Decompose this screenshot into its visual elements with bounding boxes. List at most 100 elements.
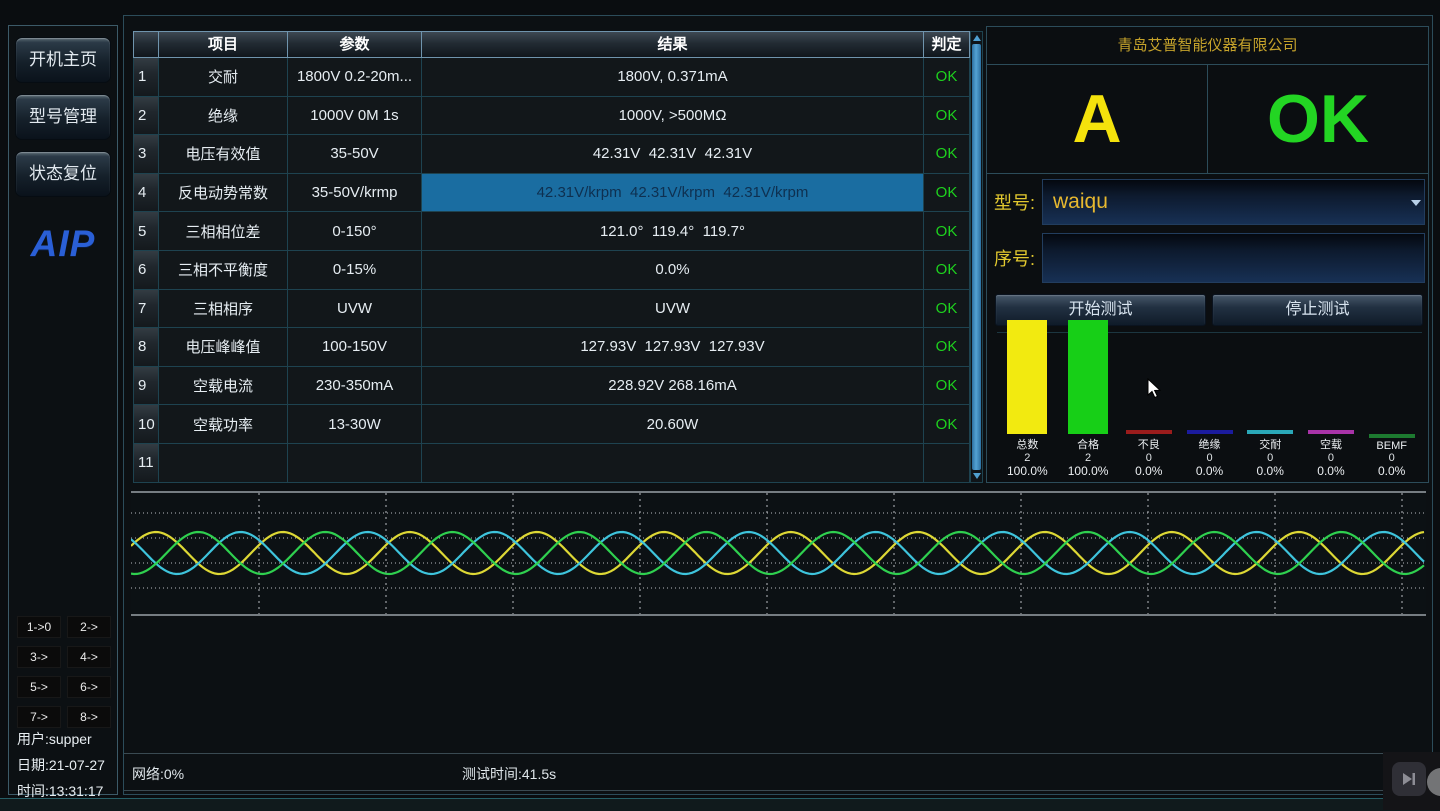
cell-judge[interactable]: OK bbox=[924, 212, 970, 251]
scrollbar-thumb[interactable] bbox=[972, 44, 981, 470]
sidebar-item-status-reset[interactable]: 状态复位 bbox=[15, 151, 111, 197]
cell-result[interactable]: 20.60W bbox=[422, 405, 924, 444]
table-row[interactable]: 2绝缘1000V 0M 1s1000V, >500MΩOK bbox=[133, 97, 983, 136]
cell-num[interactable]: 1 bbox=[133, 58, 159, 97]
cell-item[interactable]: 电压有效值 bbox=[159, 135, 288, 174]
left-sidebar: 开机主页 型号管理 状态复位 AIP 1->02->3->4->5->6->7-… bbox=[8, 25, 118, 795]
grade-display: A bbox=[1072, 80, 1121, 158]
table-row[interactable]: 10空载功率13-30W20.60WOK bbox=[133, 405, 983, 444]
io-button[interactable]: 7-> bbox=[17, 706, 61, 728]
stat-bar bbox=[1247, 430, 1293, 434]
cell-judge[interactable]: OK bbox=[924, 290, 970, 329]
table-row[interactable]: 11 bbox=[133, 444, 983, 483]
io-button[interactable]: 6-> bbox=[67, 676, 111, 698]
sidebar-item-home[interactable]: 开机主页 bbox=[15, 37, 111, 83]
stat-pct: 0.0% bbox=[1317, 464, 1344, 478]
table-row[interactable]: 4反电动势常数35-50V/krmp42.31V/krpm 42.31V/krp… bbox=[133, 174, 983, 213]
cell-num[interactable]: 6 bbox=[133, 251, 159, 290]
cell-item[interactable]: 空载功率 bbox=[159, 405, 288, 444]
scroll-down-icon[interactable] bbox=[973, 473, 981, 479]
table-row[interactable]: 8电压峰峰值100-150V127.93V 127.93V 127.93VOK bbox=[133, 328, 983, 367]
cell-judge[interactable] bbox=[924, 444, 970, 483]
cell-result[interactable]: 121.0° 119.4° 119.7° bbox=[422, 212, 924, 251]
cell-param[interactable]: 13-30W bbox=[288, 405, 422, 444]
sidebar-item-model-management[interactable]: 型号管理 bbox=[15, 94, 111, 140]
cell-param[interactable]: 0-150° bbox=[288, 212, 422, 251]
cell-num[interactable]: 10 bbox=[133, 405, 159, 444]
table-row[interactable]: 6三相不平衡度0-15%0.0%OK bbox=[133, 251, 983, 290]
io-button[interactable]: 4-> bbox=[67, 646, 111, 668]
io-button[interactable]: 8-> bbox=[67, 706, 111, 728]
header-item[interactable]: 项目 bbox=[159, 31, 288, 58]
table-row[interactable]: 7三相相序UVWUVWOK bbox=[133, 290, 983, 329]
stat-column: 合格2100.0% bbox=[1058, 320, 1119, 478]
cell-result[interactable]: 1000V, >500MΩ bbox=[422, 97, 924, 136]
cell-num[interactable]: 11 bbox=[133, 444, 159, 483]
scroll-up-icon[interactable] bbox=[973, 35, 981, 41]
cell-judge[interactable]: OK bbox=[924, 251, 970, 290]
cell-item[interactable]: 电压峰峰值 bbox=[159, 328, 288, 367]
cell-result[interactable]: 42.31V/krpm 42.31V/krpm 42.31V/krpm bbox=[422, 174, 924, 213]
cell-param[interactable]: 230-350mA bbox=[288, 367, 422, 406]
table-row[interactable]: 9空载电流230-350mA228.92V 268.16mAOK bbox=[133, 367, 983, 406]
stat-count: 2 bbox=[1085, 452, 1091, 464]
io-button[interactable]: 3-> bbox=[17, 646, 61, 668]
cell-item[interactable]: 三相不平衡度 bbox=[159, 251, 288, 290]
cell-judge[interactable]: OK bbox=[924, 58, 970, 97]
model-combobox[interactable]: waiqu bbox=[1042, 179, 1425, 225]
io-button[interactable]: 5-> bbox=[17, 676, 61, 698]
cell-num[interactable]: 9 bbox=[133, 367, 159, 406]
table-row[interactable]: 5三相相位差0-150°121.0° 119.4° 119.7°OK bbox=[133, 212, 983, 251]
stat-column: 总数2100.0% bbox=[997, 320, 1058, 478]
cell-judge[interactable]: OK bbox=[924, 367, 970, 406]
cell-item[interactable]: 交耐 bbox=[159, 58, 288, 97]
cell-result[interactable] bbox=[422, 444, 924, 483]
cell-judge[interactable]: OK bbox=[924, 135, 970, 174]
cell-item[interactable]: 空载电流 bbox=[159, 367, 288, 406]
cell-item[interactable] bbox=[159, 444, 288, 483]
cell-num[interactable]: 3 bbox=[133, 135, 159, 174]
cell-param[interactable]: 100-150V bbox=[288, 328, 422, 367]
cell-judge[interactable]: OK bbox=[924, 174, 970, 213]
cell-judge[interactable]: OK bbox=[924, 405, 970, 444]
cell-num[interactable]: 2 bbox=[133, 97, 159, 136]
cell-num[interactable]: 4 bbox=[133, 174, 159, 213]
cell-item[interactable]: 绝缘 bbox=[159, 97, 288, 136]
result-display: A OK bbox=[987, 65, 1428, 174]
cell-result[interactable]: UVW bbox=[422, 290, 924, 329]
cell-item[interactable]: 三相相位差 bbox=[159, 212, 288, 251]
serial-input[interactable] bbox=[1042, 233, 1425, 283]
cell-param[interactable]: UVW bbox=[288, 290, 422, 329]
header-result[interactable]: 结果 bbox=[422, 31, 924, 58]
cell-param[interactable]: 1800V 0.2-20m... bbox=[288, 58, 422, 97]
cell-result[interactable]: 42.31V 42.31V 42.31V bbox=[422, 135, 924, 174]
cell-param[interactable]: 0-15% bbox=[288, 251, 422, 290]
cell-param[interactable]: 1000V 0M 1s bbox=[288, 97, 422, 136]
table-scrollbar[interactable] bbox=[970, 31, 983, 483]
cell-result[interactable]: 0.0% bbox=[422, 251, 924, 290]
table-row[interactable]: 1交耐1800V 0.2-20m...1800V, 0.371mAOK bbox=[133, 58, 983, 97]
cell-item[interactable]: 三相相序 bbox=[159, 290, 288, 329]
cell-judge[interactable]: OK bbox=[924, 328, 970, 367]
header-judge[interactable]: 判定 bbox=[924, 31, 970, 58]
cell-judge[interactable]: OK bbox=[924, 97, 970, 136]
io-button[interactable]: 2-> bbox=[67, 616, 111, 638]
media-overlay-button[interactable] bbox=[1392, 762, 1426, 796]
cell-result[interactable]: 1800V, 0.371mA bbox=[422, 58, 924, 97]
cell-result[interactable]: 228.92V 268.16mA bbox=[422, 367, 924, 406]
cell-param[interactable]: 35-50V bbox=[288, 135, 422, 174]
cell-item[interactable]: 反电动势常数 bbox=[159, 174, 288, 213]
io-button[interactable]: 1->0 bbox=[17, 616, 61, 638]
cell-param[interactable]: 35-50V/krmp bbox=[288, 174, 422, 213]
cell-num[interactable]: 7 bbox=[133, 290, 159, 329]
io-mapping-buttons: 1->0 2-> 3-> 4-> 5-> 6-> 7-> 8-> bbox=[17, 616, 111, 728]
table-row[interactable]: 3电压有效值35-50V42.31V 42.31V 42.31VOK bbox=[133, 135, 983, 174]
header-param[interactable]: 参数 bbox=[288, 31, 422, 58]
chevron-down-icon[interactable] bbox=[1411, 200, 1421, 206]
cell-result[interactable]: 127.93V 127.93V 127.93V bbox=[422, 328, 924, 367]
cell-num[interactable]: 5 bbox=[133, 212, 159, 251]
cell-num[interactable]: 8 bbox=[133, 328, 159, 367]
stat-bar bbox=[1308, 430, 1354, 434]
cell-param[interactable] bbox=[288, 444, 422, 483]
model-label: 型号: bbox=[994, 189, 1042, 215]
